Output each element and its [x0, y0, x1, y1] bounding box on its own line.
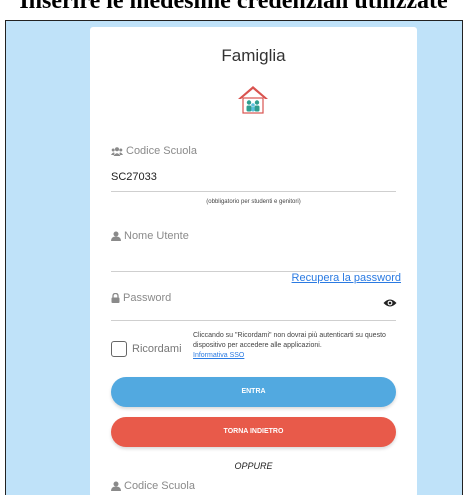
- back-button[interactable]: TORNA INDIETRO: [111, 417, 396, 447]
- password-label: Password: [111, 292, 171, 304]
- school-code-label: Codice Scuola: [111, 145, 197, 157]
- login-button[interactable]: ENTRA: [111, 377, 396, 407]
- second-school-code-label: Codice Scuola: [111, 480, 195, 492]
- password-label-text: Password: [123, 292, 172, 305]
- eye-icon[interactable]: [383, 298, 397, 308]
- page-title: Famiglia: [221, 46, 286, 65]
- username-label-text: Nome Utente: [124, 230, 189, 243]
- second-school-code-label-text: Codice Scuola: [124, 480, 195, 493]
- school-code-label-text: Codice Scuola: [126, 145, 197, 158]
- username-input[interactable]: [111, 251, 396, 269]
- family-house-icon: [238, 86, 268, 114]
- sso-info-link[interactable]: Informativa SSO: [193, 351, 403, 361]
- remember-note-text: Cliccando su "Ricordami" non dovrai più …: [193, 332, 386, 349]
- remember-checkbox[interactable]: [111, 341, 127, 357]
- user-icon: [111, 231, 121, 242]
- document-heading: Inserire le medesime credenziali utilizz…: [19, 0, 448, 14]
- school-code-hint: (obbligatorio per studenti e genitori): [206, 199, 301, 205]
- remember-label[interactable]: Ricordami: [132, 343, 182, 355]
- or-divider: OPPURE: [234, 461, 273, 471]
- password-underline: [111, 320, 396, 321]
- remember-note: Cliccando su "Ricordami" non dovrai più …: [193, 331, 403, 361]
- user-icon: [111, 481, 121, 492]
- school-code-underline: [111, 191, 396, 192]
- username-label: Nome Utente: [111, 230, 189, 242]
- users-icon: [111, 146, 123, 156]
- password-input[interactable]: [111, 313, 366, 331]
- screenshot-frame: Famiglia Codice Scuola SC27033 (obbligat…: [5, 20, 463, 495]
- lock-icon: [111, 293, 120, 304]
- recover-password-link[interactable]: Recupera la password: [292, 272, 401, 284]
- school-code-input[interactable]: SC27033: [111, 171, 157, 183]
- login-card: Famiglia Codice Scuola SC27033 (obbligat…: [90, 27, 417, 495]
